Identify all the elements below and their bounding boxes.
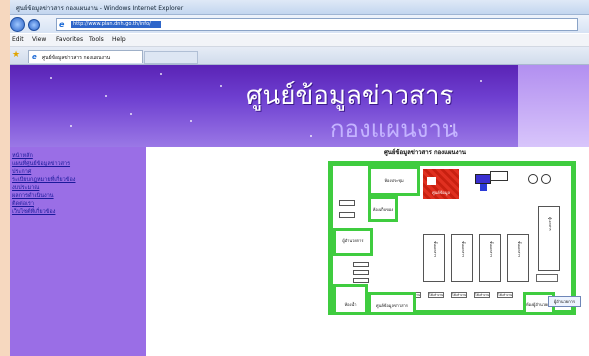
tab-bar: ★ e ศูนย์ข้อมูลข่าวสาร กองแผนงาน (10, 47, 589, 65)
chair-icon (480, 184, 487, 191)
address-field[interactable]: e http://www.plan.dnh.go.th/info/ (56, 18, 578, 31)
window-title: ศูนย์ข้อมูลข่าวสาร กองแผนงาน - Windows I… (16, 5, 184, 12)
main-content: ศูนย์ข้อมูลข่าวสาร กองแผนงาน ห้องประชุม … (146, 147, 589, 356)
map-title: ศูนย์ข้อมูลข่าวสาร กองแผนงาน (384, 149, 466, 156)
hover-tooltip: ผู้อำนวยการ (548, 296, 581, 307)
room-label: ศูนย์ข้อมูลข่าวสาร (376, 303, 408, 308)
tv-icon (490, 171, 508, 181)
site-banner: ศูนย์ข้อมูลข่าวสาร กองแผนงาน (10, 65, 589, 147)
title-bar: ศูนย์ข้อมูลข่าวสาร กองแผนงาน - Windows I… (10, 0, 589, 15)
cabinet[interactable]: ตู้เอกสาร (538, 206, 560, 271)
menu-edit[interactable]: Edit (12, 36, 24, 43)
room-label: ห้องประชุม (384, 178, 404, 183)
sidebar-link-results[interactable]: ผลการดำเนินงาน (12, 192, 54, 200)
desk: โต๊ะทำงาน (428, 292, 444, 298)
document-shelf[interactable]: ชั้นเอกสาร (479, 234, 501, 282)
sidebar-link-home[interactable]: หน้าหลัก (12, 152, 33, 160)
address-bar-area: e http://www.plan.dnh.go.th/info/ (10, 15, 589, 33)
favorites-star-icon[interactable]: ★ (12, 50, 20, 60)
sidebar-link-map[interactable]: แผนที่ศูนย์ข้อมูลข่าวสาร (12, 160, 70, 168)
document-shelf[interactable]: ชั้นเอกสาร (451, 234, 473, 282)
sidebar-nav: หน้าหลัก แผนที่ศูนย์ข้อมูลข่าวสาร ประกาศ… (10, 147, 146, 356)
tab-active[interactable]: e ศูนย์ข้อมูลข่าวสาร กองแผนงาน (28, 50, 143, 63)
new-tab-button[interactable] (144, 51, 198, 64)
address-url[interactable]: http://www.plan.dnh.go.th/info/ (71, 21, 161, 28)
sidebar-link-related[interactable]: เว็บไซต์ที่เกี่ยวข้อง (12, 208, 55, 216)
room-storage[interactable]: ห้องเก็บของ (368, 196, 398, 222)
ie-icon: e (32, 53, 37, 61)
info-center-marker[interactable]: ศูนย์ข้อมูล (423, 169, 459, 199)
room-restroom[interactable]: ห้องน้ำ (333, 284, 368, 315)
sidebar-link-contact[interactable]: ติดต่อเรา (12, 200, 34, 208)
shelf-small (353, 270, 369, 275)
floor-plan: ห้องประชุม ศูนย์ข้อมูล ห้องเก็บของ ผู้อำ… (328, 161, 576, 315)
room-director[interactable]: ผู้อำนวยการ (333, 228, 373, 256)
menu-view[interactable]: View (32, 36, 46, 43)
room-label: ห้องเก็บของ (372, 207, 394, 212)
sofa-icon (475, 174, 491, 184)
document-shelf[interactable]: ชั้นเอกสาร (423, 234, 445, 282)
sidebar-link-announce[interactable]: ประกาศ (12, 168, 31, 176)
stool-icon (541, 174, 551, 184)
tab-label: ศูนย์ข้อมูลข่าวสาร กองแผนงาน (42, 55, 111, 61)
info-center-label: ศูนย์ข้อมูล (432, 190, 450, 195)
sidebar-link-regulations[interactable]: ระเบียบกฎหมายที่เกี่ยวข้อง (12, 176, 75, 184)
shelf-small (339, 212, 355, 218)
desk: โต๊ะทำงาน (497, 292, 513, 298)
menu-favorites[interactable]: Favorites (56, 36, 83, 43)
shelf-small (339, 200, 355, 206)
room-info-center[interactable]: ศูนย์ข้อมูลข่าวสาร (368, 292, 416, 315)
banner-subtitle: กองแผนงาน (330, 115, 459, 143)
menu-help[interactable]: Help (112, 36, 126, 43)
browser-window: ศูนย์ข้อมูลข่าวสาร กองแผนงาน - Windows I… (10, 0, 589, 356)
room-label: ผู้อำนวยการ (342, 238, 364, 243)
shelf-small (353, 262, 369, 267)
desk: โต๊ะทำงาน (474, 292, 490, 298)
desk-right (536, 274, 558, 282)
stool-icon (528, 174, 538, 184)
document-shelf[interactable]: ชั้นเอกสาร (507, 234, 529, 282)
forward-button[interactable] (28, 19, 40, 31)
desk: โต๊ะทำงาน (451, 292, 467, 298)
menu-tools[interactable]: Tools (89, 36, 104, 43)
banner-side-strip (518, 65, 589, 147)
ie-icon: e (59, 20, 65, 29)
back-button[interactable] (10, 17, 25, 32)
room-label: ห้องน้ำ (344, 302, 357, 307)
sidebar-link-budget[interactable]: งบประมาณ (12, 184, 39, 192)
menu-bar: Edit View Favorites Tools Help (10, 34, 589, 47)
shelf-small (353, 278, 369, 283)
room-meeting[interactable]: ห้องประชุม (368, 166, 420, 196)
